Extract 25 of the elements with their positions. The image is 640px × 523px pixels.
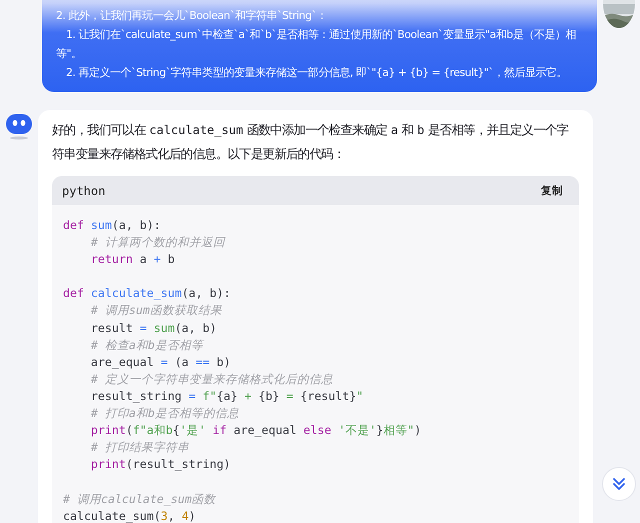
list-item-text: 2. 此外，让我们再玩一会儿`Boolean`和字符串`String`：	[56, 9, 328, 22]
double-chevron-down-icon	[611, 476, 627, 492]
code-line: def calculate_sum(a, b):	[63, 285, 232, 302]
list-item-text: 1. 让我们在`calculate_sum`中检查`a`和`b`是否相等：通过使用新的`Boolean`变量显示"a和b是（不是）相等"。	[56, 28, 576, 60]
answer-paragraph: 好的，我们可以在 calculate_sum 函数中添加一个检查来确定 a 和 b 是否相等，并且定义一个字符串变量来存储格式化后的信息。以下是更新后的代码：	[52, 121, 570, 163]
code-line: are_equal = (a == b)	[90, 354, 232, 371]
robot-avatar-icon	[5, 112, 33, 140]
scroll-down-button[interactable]	[602, 467, 636, 501]
code-line: def sum(a, b):	[63, 217, 162, 234]
code-line: # 打印结果字符串	[90, 439, 190, 456]
code-line: # 定义一个字符串变量来存储格式化后的信息	[90, 370, 334, 388]
code-line: calculate_sum(3, 4)	[63, 508, 197, 523]
code-line: # 调用sum函数获取结果	[90, 302, 223, 320]
code-line: # 调用calculate_sum函数	[63, 490, 217, 508]
code-line: # 计算两个数的和并返回	[90, 234, 226, 252]
copy-button[interactable]: 复制	[537, 182, 567, 200]
code-line: result_string = f"{a} + {b} = {result}"	[90, 388, 364, 405]
code-line: result = sum(a, b)	[90, 320, 218, 337]
code-line: # 检查a和b是否相等	[90, 336, 206, 354]
code-line: print(f"a和b{'是' if are_equal else '不是'}相等")	[90, 422, 422, 440]
code-line: print(result_string)	[90, 456, 232, 474]
code-line: return a + b	[90, 251, 176, 268]
list-item-text: 2. 再定义一个`String`字符串类型的变量来存储这一部分信息, 即`"{a} + {b} = {result}"`，然后显示它。	[66, 66, 568, 79]
language-label: python	[62, 184, 106, 198]
code-line: # 打印a和b是否相等的信息	[90, 405, 240, 422]
